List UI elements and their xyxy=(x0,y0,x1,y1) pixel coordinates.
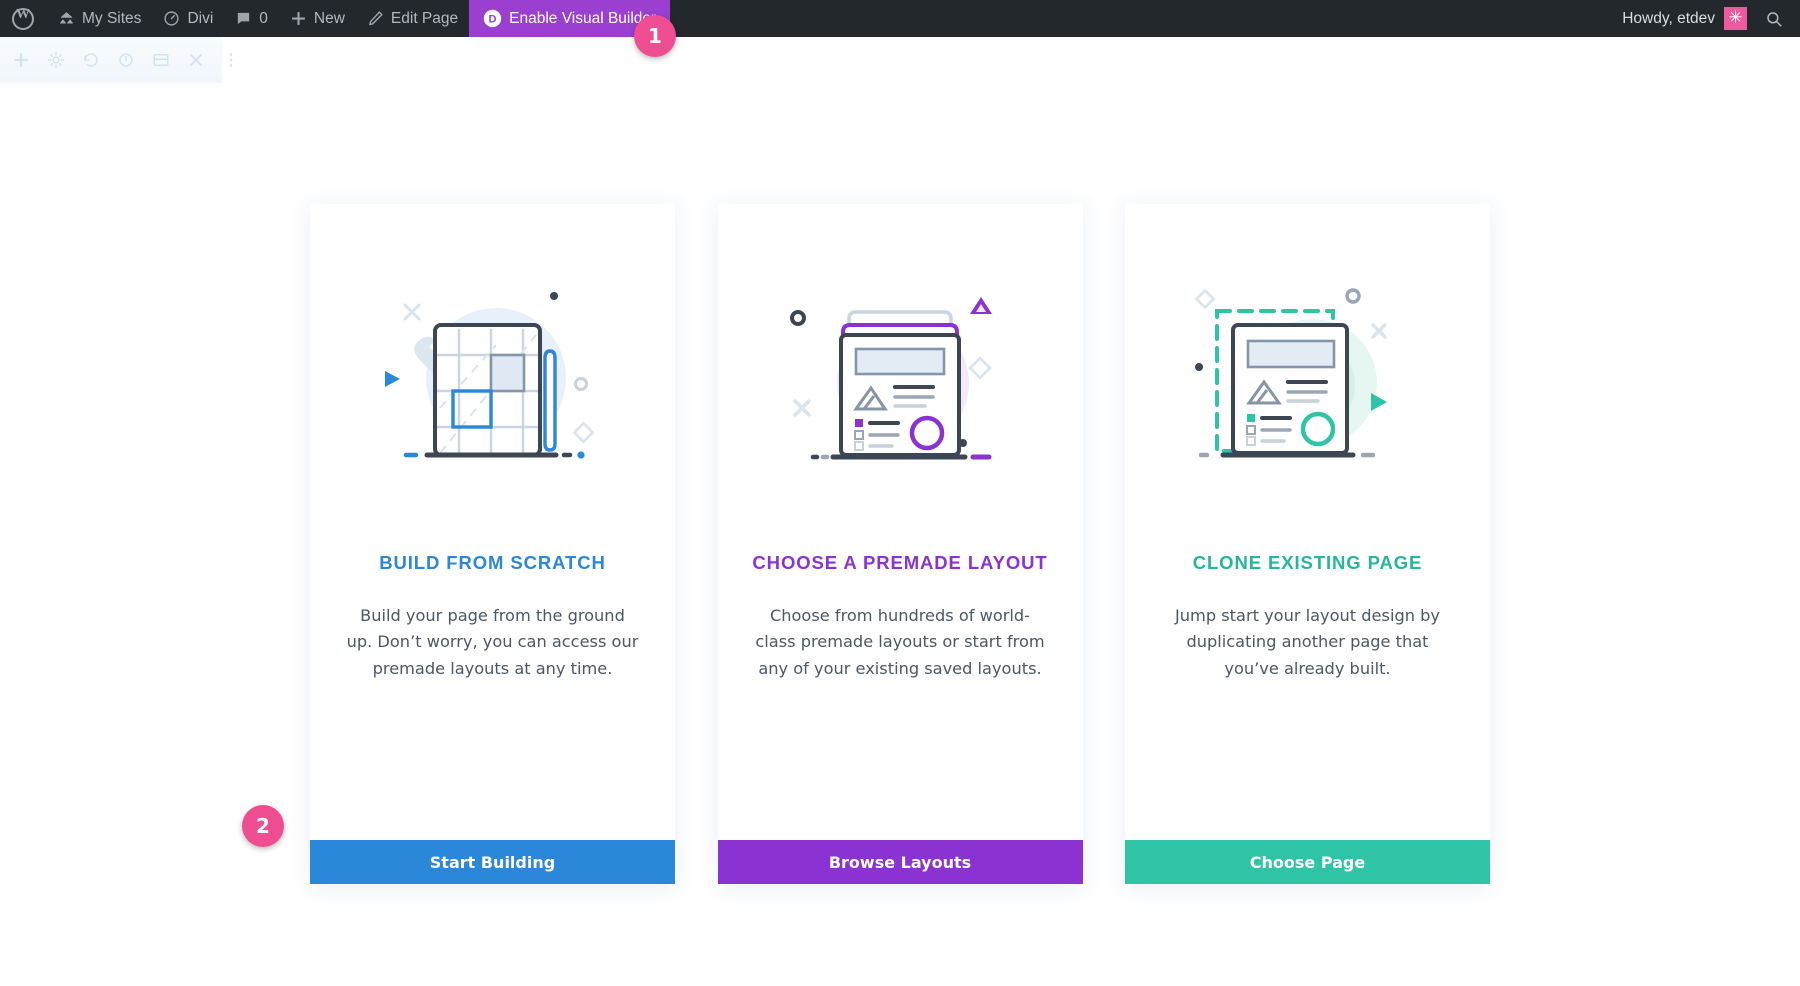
option-card-build-from-scratch[interactable]: BUILD FROM SCRATCH Build your page from … xyxy=(310,204,675,884)
portability-icon[interactable] xyxy=(117,51,135,69)
step-badge-2: 2 xyxy=(242,805,284,847)
divi-dashboard-icon xyxy=(163,10,180,27)
builder-options-row: BUILD FROM SCRATCH Build your page from … xyxy=(310,204,1490,884)
blueprint-grid-pencil-illustration xyxy=(310,204,675,552)
admin-bar-label-edit-page: Edit Page xyxy=(390,9,459,27)
card-title: CLONE EXISTING PAGE xyxy=(1192,552,1423,573)
admin-bar-item-edit-page[interactable]: Edit Page xyxy=(356,0,469,37)
comment-bubble-icon xyxy=(235,10,252,27)
option-card-choose-premade-layout[interactable]: CHOOSE A PREMADE LAYOUT Choose from hund… xyxy=(717,204,1083,884)
card-title: CHOOSE A PREMADE LAYOUT xyxy=(752,552,1048,573)
search-icon xyxy=(1765,10,1783,28)
divi-d-icon: D xyxy=(483,9,502,28)
settings-gear-icon[interactable] xyxy=(47,51,65,69)
admin-bar-search-button[interactable] xyxy=(1759,0,1800,37)
admin-bar-item-my-sites[interactable]: My Sites xyxy=(47,0,152,37)
add-icon[interactable] xyxy=(12,51,30,69)
admin-bar-item-comments[interactable]: 0 xyxy=(224,0,279,37)
choose-page-button[interactable]: Choose Page xyxy=(1125,840,1490,884)
wordpress-logo-button[interactable] xyxy=(0,0,47,37)
wireframe-icon[interactable] xyxy=(152,51,170,69)
admin-bar-item-new[interactable]: New xyxy=(279,0,356,37)
avatar: ✳ xyxy=(1724,7,1747,30)
comment-count: 0 xyxy=(259,9,268,27)
more-options-icon[interactable] xyxy=(222,51,240,69)
step-badge-1: 1 xyxy=(634,15,676,57)
admin-bar-label-my-sites: My Sites xyxy=(82,9,142,27)
card-title: BUILD FROM SCRATCH xyxy=(379,552,606,573)
divi-builder-toolbar xyxy=(0,37,233,83)
howdy-label: Howdy, etdev xyxy=(1622,9,1715,27)
admin-bar-label-new: New xyxy=(313,9,345,27)
stacked-layout-pages-illustration xyxy=(718,204,1083,552)
wordpress-icon xyxy=(12,7,34,30)
option-card-clone-existing-page[interactable]: CLONE EXISTING PAGE Jump start your layo… xyxy=(1125,204,1490,884)
svg-text:D: D xyxy=(489,13,497,25)
plus-icon xyxy=(290,10,307,27)
admin-bar-item-divi[interactable]: Divi xyxy=(152,0,224,37)
my-account-menu[interactable]: Howdy, etdev ✳ xyxy=(1622,0,1759,37)
duplicate-page-selection-illustration xyxy=(1125,204,1490,552)
pencil-icon xyxy=(367,10,384,27)
wp-admin-bar: My Sites Divi 0 New Edit Page D Enable V… xyxy=(0,0,1800,37)
enable-visual-builder-label: Enable Visual Builder xyxy=(509,9,657,27)
sites-icon xyxy=(58,10,75,27)
admin-bar-right-group: Howdy, etdev ✳ xyxy=(1622,0,1800,37)
browse-layouts-button[interactable]: Browse Layouts xyxy=(717,840,1083,884)
card-description: Build your page from the ground up. Don’… xyxy=(346,606,639,678)
start-building-button[interactable]: Start Building xyxy=(310,840,675,884)
close-icon[interactable] xyxy=(187,51,205,69)
card-description: Jump start your layout design by duplica… xyxy=(1175,606,1440,678)
history-icon[interactable] xyxy=(82,51,100,69)
admin-bar-label-divi: Divi xyxy=(187,9,214,27)
card-description: Choose from hundreds of world-class prem… xyxy=(755,606,1045,678)
